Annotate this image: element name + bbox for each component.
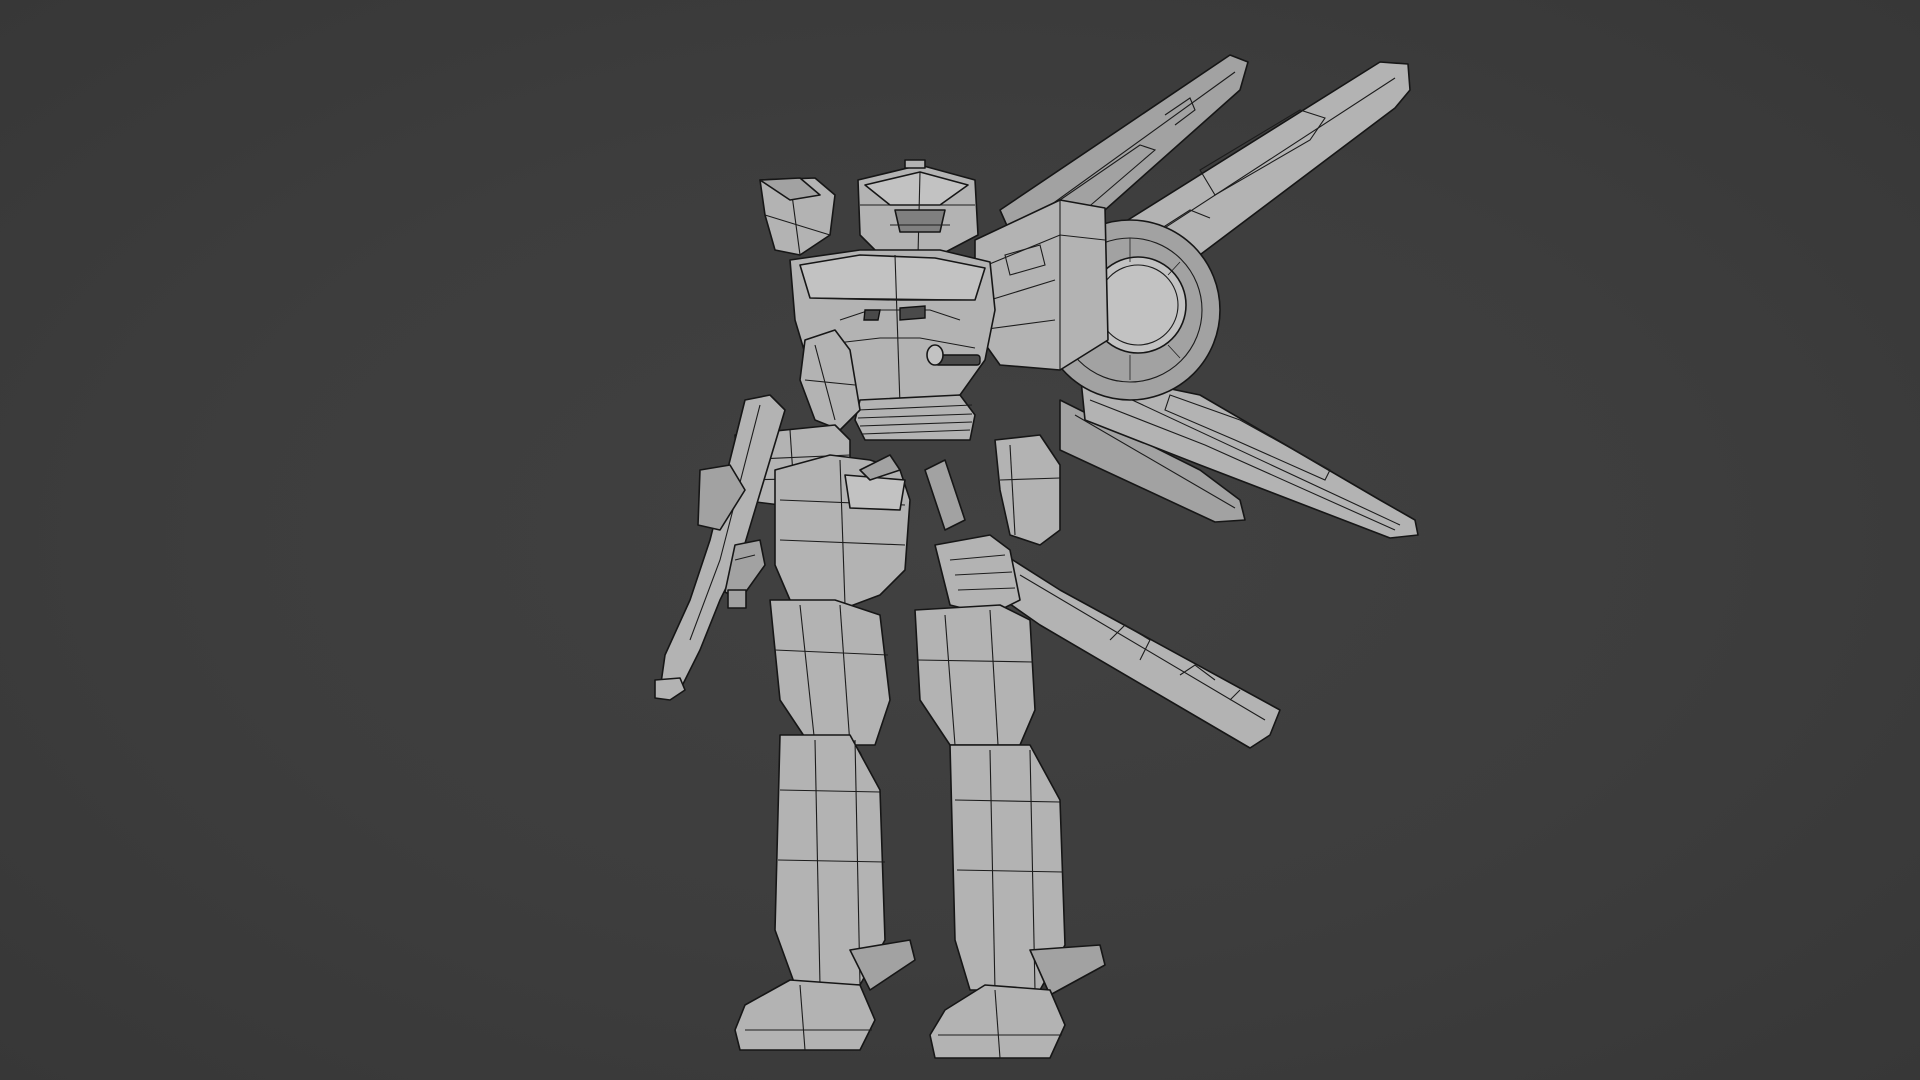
sword (989, 554, 1281, 749)
right-shoulder (974, 199, 1109, 371)
waist (774, 454, 911, 611)
left-foot (734, 979, 876, 1051)
right-foot (929, 984, 1066, 1059)
right-shin (949, 744, 1106, 996)
left-shoulder-pad (759, 177, 836, 256)
head (857, 159, 979, 256)
abdomen (854, 394, 976, 441)
left-shin (774, 734, 916, 991)
right-upper-arm (994, 434, 1061, 546)
robot-model (654, 54, 1419, 1059)
rifle (654, 394, 786, 701)
3d-viewport[interactable] (0, 0, 1920, 1080)
